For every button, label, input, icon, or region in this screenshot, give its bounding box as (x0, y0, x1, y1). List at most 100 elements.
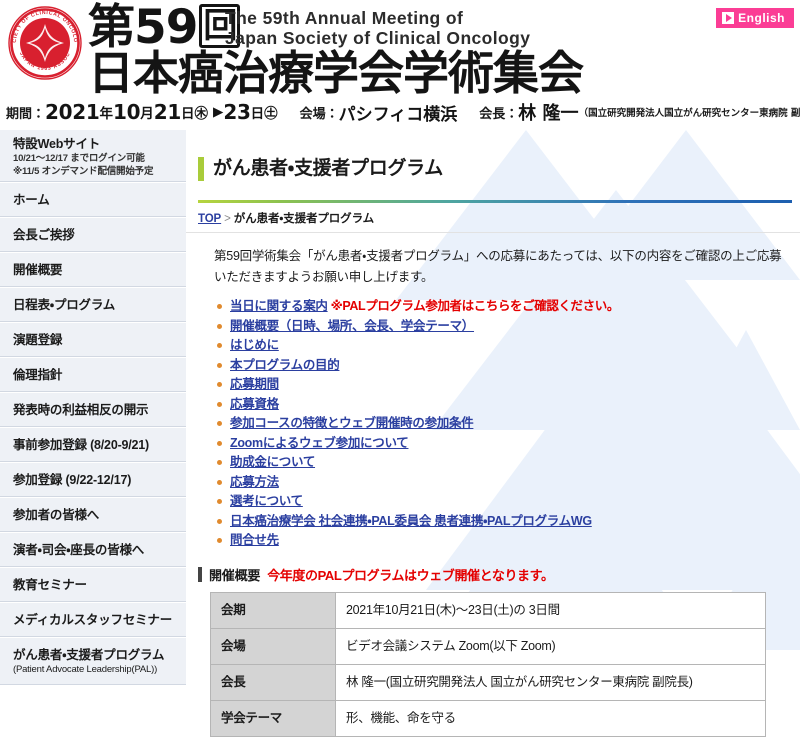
english-title-line-2: Japan Society of Clinical Oncology (225, 28, 531, 48)
main-content: がん患者・支援者プログラム TOP > がん患者・支援者プログラム 第59回学術集会… (186, 130, 800, 737)
section-heading-note: 今年度のPALプログラムはウェブ開催となります。 (267, 567, 554, 583)
section-accent-bar-icon (198, 566, 202, 582)
sidebar-item-2[interactable]: 会長ご挨拶 (0, 218, 186, 253)
sidebar-item-label: 演者・司会・座長の皆様へ (13, 542, 145, 557)
sidebar-item-0[interactable]: 特設Webサイト 10/21〜12/17 までログイン可能 ※11/5 オンデマンド… (0, 130, 186, 183)
society-seal-logo: SOCIETY OF CLINICAL ONCOLOGY JAPAN 1963 … (5, 1, 83, 81)
table-row-value: 林 隆一(国立研究開発法人 国立がん研究センター東病院 副院長) (335, 663, 766, 701)
table-row-header: 会場 (210, 627, 336, 665)
page-body: 特設Webサイト 10/21〜12/17 までログイン可能 ※11/5 オンデマンド… (0, 130, 800, 737)
table-row-value: 形、機能、命を守る (335, 699, 766, 737)
table-row-header: 会長 (210, 663, 336, 701)
section-link-10[interactable]: 選考について (230, 494, 303, 508)
table-row-header: 会期 (210, 591, 336, 629)
period-year-unit: 年 (99, 106, 113, 122)
section-link-9[interactable]: 応募方法 (230, 475, 279, 489)
sidebar-item-7[interactable]: 発表時の利益相反の開示 (0, 393, 186, 428)
section-link-1[interactable]: 開催概要（日時、場所、会長、学会テーマ） (230, 319, 474, 333)
venue-value: パシフィコ横浜 (338, 104, 458, 125)
link-list-item: Zoomによるウェブ参加について (216, 434, 800, 454)
sidebar-item-label: 開催概要 (13, 262, 63, 277)
meeting-number: 第59 回 (88, 4, 241, 51)
section-link-0[interactable]: 当日に関する案内 (230, 299, 328, 313)
period-start-day: 21 (153, 100, 182, 124)
japanese-meeting-title: 日本癌治療学会学術集会 (88, 46, 584, 100)
period-end-day: 23 (223, 100, 251, 124)
period-day-unit-2: 日 (250, 106, 265, 122)
sidebar-item-1[interactable]: ホーム (0, 183, 186, 218)
link-list-item: 本プログラムの目的 (216, 356, 800, 376)
period-day-unit-1: 日 (180, 106, 195, 122)
period-year: 2021 (45, 100, 100, 124)
section-heading-title: 開催概要 (209, 567, 261, 583)
sidebar-item-4[interactable]: 日程表・プログラム (0, 288, 186, 323)
meeting-info-bar: 期間： 2021 年 10 月 21 日 ㊍ ▶ 23 日 ㊏ 会場： パシフィ… (0, 96, 800, 128)
link-list-item: はじめに (216, 336, 800, 356)
sidebar-item-8[interactable]: 事前参加登録 (8/20-9/21) (0, 428, 186, 463)
breadcrumb: TOP > がん患者・支援者プログラム (186, 203, 800, 234)
overview-table: 会期 2021年10月21日(木)〜23日(土)の 3日間 会場 ビデオ会議システム … (210, 591, 766, 737)
chair-name: 林 隆一 (518, 103, 579, 124)
site-header: SOCIETY OF CLINICAL ONCOLOGY JAPAN 1963 … (0, 0, 800, 130)
sidebar-item-3[interactable]: 開催概要 (0, 253, 186, 288)
section-link-7[interactable]: Zoomによるウェブ参加について (230, 436, 409, 450)
period-weekday-badge-1: ㊍ (194, 106, 208, 122)
chair-label: 会長： (479, 106, 519, 122)
chair-affiliation: （国立研究開発法人国立がん研究センター東病院 副院長） (578, 108, 800, 119)
period-month-unit: 月 (140, 106, 154, 122)
english-language-button[interactable]: English (716, 8, 794, 28)
sidebar-item-label: メディカルスタッフセミナー (13, 612, 173, 627)
section-link-11[interactable]: 日本癌治療学会 社会連携・PAL委員会 患者連携・PALプログラムWG (230, 514, 592, 528)
sidebar-item-subtext-1: 10/21〜12/17 までログイン可能 (13, 152, 145, 164)
title-accent-bar-icon (198, 156, 204, 181)
sidebar-item-label: 教育セミナー (13, 577, 87, 592)
link-list-item: 応募期間 (216, 375, 800, 395)
sidebar-item-label: 発表時の利益相反の開示 (13, 402, 149, 417)
sidebar-item-13[interactable]: メディカルスタッフセミナー (0, 603, 186, 638)
section-link-5[interactable]: 応募資格 (230, 397, 279, 411)
table-row: 会期 2021年10月21日(木)〜23日(土)の 3日間 (210, 591, 766, 629)
section-link-12[interactable]: 問合せ先 (230, 533, 279, 547)
section-link-2[interactable]: はじめに (230, 338, 279, 352)
link-list-item: 問合せ先 (216, 531, 800, 551)
section-link-6[interactable]: 参加コースの特徴とウェブ開催時の参加条件 (230, 416, 474, 430)
link-list-item: 応募方法 (216, 473, 800, 493)
sidebar-item-9[interactable]: 参加登録 (9/22-12/17) (0, 463, 186, 498)
period-month: 10 (112, 100, 141, 124)
section-heading: 開催概要 今年度のPALプログラムはウェブ開催となります。 (198, 565, 800, 584)
sidebar-item-label: ホーム (13, 192, 50, 207)
link-list-item: 応募資格 (216, 395, 800, 415)
sidebar-item-10[interactable]: 参加者の皆様へ (0, 498, 186, 533)
english-meeting-title: The 59th Annual Meeting of Japan Society… (225, 8, 530, 48)
sidebar-item-12[interactable]: 教育セミナー (0, 568, 186, 603)
section-link-3[interactable]: 本プログラムの目的 (230, 358, 340, 372)
section-link-8[interactable]: 助成金について (230, 455, 315, 469)
sidebar-item-6[interactable]: 倫理指針 (0, 358, 186, 393)
sidebar-item-label: 日程表・プログラム (13, 297, 116, 312)
venue-label: 会場： (299, 106, 339, 122)
breadcrumb-current: がん患者・支援者プログラム (233, 213, 375, 226)
sidebar-item-label: 倫理指針 (13, 367, 63, 382)
sidebar-item-5[interactable]: 演題登録 (0, 323, 186, 358)
link-list-item: 日本癌治療学会 社会連携・PAL委員会 患者連携・PALプログラムWG (216, 512, 800, 532)
link-list-item: 当日に関する案内 ※PALプログラム参加者はこちらをご確認ください。 (216, 297, 800, 317)
section-link-4[interactable]: 応募期間 (230, 377, 279, 391)
sidebar-item-label: 演題登録 (13, 332, 63, 347)
sidebar-item-label: 参加登録 (9/22-12/17) (13, 472, 132, 487)
section-link-list: 当日に関する案内 ※PALプログラム参加者はこちらをご確認ください。開催概要（日時… (186, 297, 800, 551)
table-row: 学会テーマ 形、機能、命を守る (210, 699, 766, 737)
table-row-value: 2021年10月21日(木)〜23日(土)の 3日間 (335, 591, 766, 629)
table-row: 会場 ビデオ会議システム Zoom(以下 Zoom) (210, 627, 766, 665)
link-list-item: 選考について (216, 492, 800, 512)
link-list-item: 参加コースの特徴とウェブ開催時の参加条件 (216, 414, 800, 434)
sidebar-item-label: 参加者の皆様へ (13, 507, 100, 522)
sidebar-item-14[interactable]: がん患者・支援者プログラム (Patient Advocate Leadershi… (0, 638, 186, 686)
link-note-0: ※PALプログラム参加者はこちらをご確認ください。 (330, 299, 620, 314)
sidebar-item-subtext-2: ※11/5 オンデマンド配信開始予定 (13, 165, 154, 177)
page-title: がん患者・支援者プログラム (213, 157, 443, 179)
sidebar-item-11[interactable]: 演者・司会・座長の皆様へ (0, 533, 186, 568)
play-triangle-icon (722, 12, 735, 24)
breadcrumb-home-link[interactable]: TOP (198, 213, 221, 225)
sidebar-item-label: 事前参加登録 (8/20-9/21) (13, 437, 150, 452)
period-range-arrow-icon: ▶ (212, 104, 224, 120)
